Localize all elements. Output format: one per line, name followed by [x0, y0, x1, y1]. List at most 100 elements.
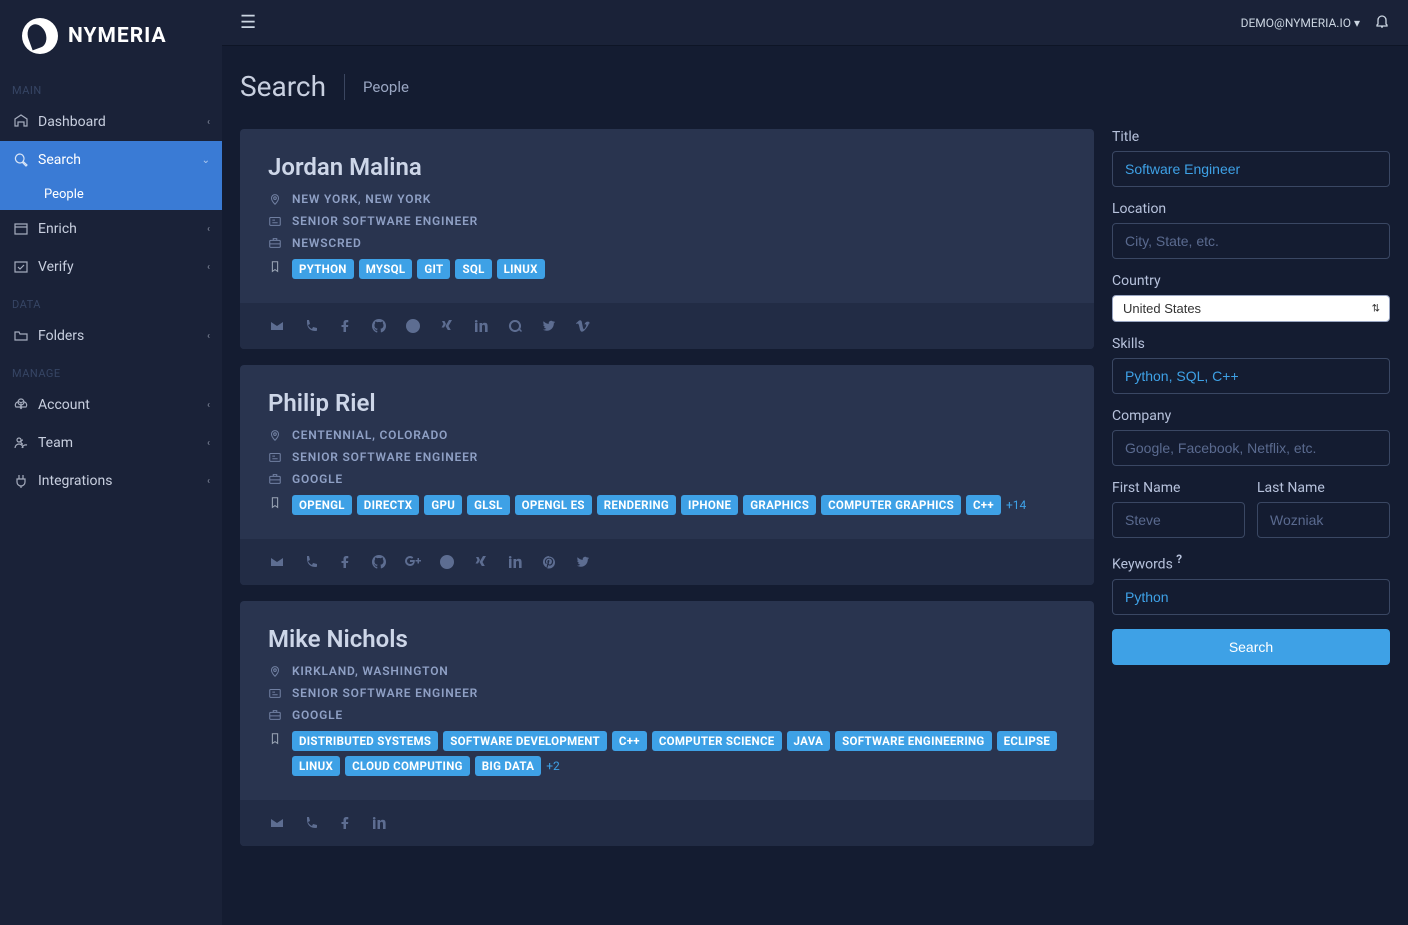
sidebar-item-dashboard[interactable]: Dashboard‹ — [0, 103, 222, 141]
facebook-icon[interactable] — [336, 317, 354, 335]
sidebar-item-label: Team — [38, 435, 73, 451]
skill-tag[interactable]: COMPUTER SCIENCE — [652, 731, 782, 751]
gravatar-icon[interactable] — [438, 553, 456, 571]
skill-tag[interactable]: C++ — [966, 495, 1001, 515]
skill-tag[interactable]: GLSL — [467, 495, 510, 515]
facebook-icon[interactable] — [336, 553, 354, 571]
keywords-input[interactable] — [1112, 579, 1390, 615]
person-card: Philip Riel CENTENNIAL, COLORADO SENIOR … — [240, 365, 1094, 585]
skill-tag[interactable]: SOFTWARE DEVELOPMENT — [443, 731, 607, 751]
company-input[interactable] — [1112, 430, 1390, 466]
pinterest-icon[interactable] — [540, 553, 558, 571]
github-icon[interactable] — [370, 553, 388, 571]
skill-tag[interactable]: ECLIPSE — [997, 731, 1058, 751]
location-input[interactable] — [1112, 223, 1390, 259]
chevron-left-icon: ‹ — [207, 438, 210, 449]
sidebar-item-team[interactable]: Team ‹ — [0, 424, 222, 462]
section-label: MAIN — [0, 72, 222, 103]
skill-tag[interactable]: GIT — [417, 259, 450, 279]
first-name-input[interactable] — [1112, 502, 1245, 538]
sidebar-item-search[interactable]: Search⌄ — [0, 141, 222, 179]
skill-tag[interactable]: C++ — [612, 731, 647, 751]
skill-tag[interactable]: PYTHON — [292, 259, 354, 279]
user-email: DEMO@NYMERIA.IO — [1241, 16, 1351, 30]
skill-tag[interactable]: MYSQL — [359, 259, 413, 279]
linkedin-icon[interactable] — [506, 553, 524, 571]
phone-icon[interactable] — [302, 553, 320, 571]
person-name[interactable]: Jordan Malina — [268, 153, 1066, 181]
skill-tag[interactable]: CLOUD COMPUTING — [345, 756, 470, 776]
badge-icon — [268, 449, 282, 465]
menu-toggle-icon[interactable]: ☰ — [240, 12, 256, 33]
skill-tag[interactable]: OPENGL ES — [515, 495, 592, 515]
xing-icon[interactable] — [438, 317, 456, 335]
gravatar-icon[interactable] — [404, 317, 422, 335]
skill-tag[interactable]: IPHONE — [681, 495, 738, 515]
person-location: CENTENNIAL, COLORADO — [292, 428, 448, 442]
skill-tag[interactable]: LINUX — [292, 756, 340, 776]
person-name[interactable]: Mike Nichols — [268, 625, 1066, 653]
last-name-input[interactable] — [1257, 502, 1390, 538]
skill-tag[interactable]: GRAPHICS — [743, 495, 816, 515]
chevron-left-icon: ‹ — [207, 224, 210, 235]
page-subtitle: People — [363, 78, 409, 96]
skills-more[interactable]: +2 — [546, 759, 560, 773]
person-title: SENIOR SOFTWARE ENGINEER — [292, 686, 478, 700]
sidebar-item-integrations[interactable]: Integrations‹ — [0, 462, 222, 500]
skill-tag[interactable]: COMPUTER GRAPHICS — [821, 495, 961, 515]
integrations-icon — [12, 473, 30, 489]
skill-tag[interactable]: DIRECTX — [357, 495, 420, 515]
person-location: KIRKLAND, WASHINGTON — [292, 664, 449, 678]
person-card: Mike Nichols KIRKLAND, WASHINGTON SENIOR… — [240, 601, 1094, 846]
phone-icon[interactable] — [302, 317, 320, 335]
bookmark-icon — [268, 495, 282, 511]
country-select[interactable]: United States — [1112, 295, 1390, 322]
facebook-icon[interactable] — [336, 814, 354, 832]
logo[interactable]: NYMERIA — [0, 0, 222, 72]
github-icon[interactable] — [370, 317, 388, 335]
skill-tag[interactable]: BIG DATA — [475, 756, 541, 776]
quora-icon[interactable] — [506, 317, 524, 335]
email-icon[interactable] — [268, 553, 286, 571]
sidebar-item-verify[interactable]: Verify‹ — [0, 248, 222, 286]
sidebar-subitem-people[interactable]: People — [0, 179, 222, 210]
team-icon — [12, 435, 30, 451]
skills-input[interactable] — [1112, 358, 1390, 394]
person-name[interactable]: Philip Riel — [268, 389, 1066, 417]
xing-icon[interactable] — [472, 553, 490, 571]
twitter-icon[interactable] — [574, 553, 592, 571]
skill-tag[interactable]: JAVA — [787, 731, 831, 751]
skill-tag[interactable]: OPENGL — [292, 495, 352, 515]
email-icon[interactable] — [268, 814, 286, 832]
skill-tag[interactable]: SOFTWARE ENGINEERING — [835, 731, 991, 751]
skill-tag[interactable]: LINUX — [497, 259, 545, 279]
linkedin-icon[interactable] — [370, 814, 388, 832]
skill-tag[interactable]: DISTRIBUTED SYSTEMS — [292, 731, 438, 751]
person-title: SENIOR SOFTWARE ENGINEER — [292, 450, 478, 464]
person-company: GOOGLE — [292, 708, 343, 722]
phone-icon[interactable] — [302, 814, 320, 832]
twitter-icon[interactable] — [540, 317, 558, 335]
email-icon[interactable] — [268, 317, 286, 335]
skills-more[interactable]: +14 — [1006, 498, 1026, 512]
help-icon[interactable]: ? — [1176, 552, 1182, 566]
last-name-label: Last Name — [1257, 480, 1390, 496]
sidebar-item-folders[interactable]: Folders‹ — [0, 317, 222, 355]
user-menu[interactable]: DEMO@NYMERIA.IO ▾ — [1241, 16, 1360, 30]
bell-icon[interactable] — [1374, 13, 1390, 32]
skill-tag[interactable]: RENDERING — [597, 495, 676, 515]
card-footer — [240, 539, 1094, 585]
title-input[interactable] — [1112, 151, 1390, 187]
main: ☰ DEMO@NYMERIA.IO ▾ Search People Jordan… — [222, 0, 1408, 925]
briefcase-icon — [268, 707, 282, 723]
skill-tag[interactable]: GPU — [424, 495, 462, 515]
skill-tag[interactable]: SQL — [455, 259, 491, 279]
sidebar-item-enrich[interactable]: Enrich‹ — [0, 210, 222, 248]
vimeo-icon[interactable] — [574, 317, 592, 335]
country-label: Country — [1112, 273, 1390, 289]
person-company: GOOGLE — [292, 472, 343, 486]
sidebar-item-account[interactable]: Account‹ — [0, 386, 222, 424]
search-button[interactable]: Search — [1112, 629, 1390, 665]
linkedin-icon[interactable] — [472, 317, 490, 335]
google-plus-icon[interactable] — [404, 553, 422, 571]
